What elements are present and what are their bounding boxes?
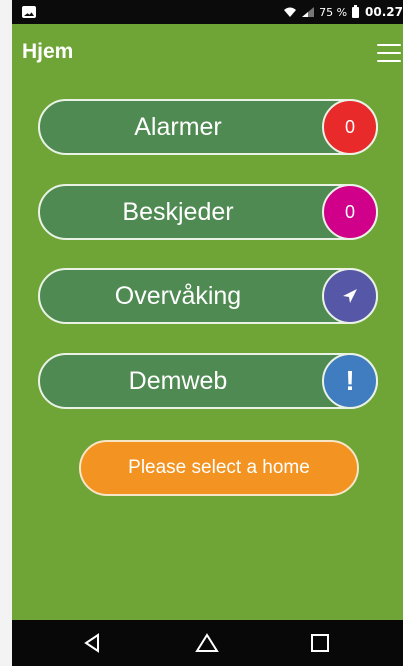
alarmer-count-badge: 0 <box>322 99 378 155</box>
overvaking-button[interactable]: Overvåking <box>38 268 378 324</box>
hamburger-menu-icon[interactable] <box>375 44 403 66</box>
recents-icon[interactable] <box>307 630 333 656</box>
back-icon[interactable] <box>80 630 106 656</box>
beskjeder-label: Beskjeder <box>122 197 234 226</box>
home-icon[interactable] <box>194 630 220 656</box>
notification-icon <box>22 6 36 18</box>
demweb-label: Demweb <box>128 366 228 395</box>
alarmer-button[interactable]: Alarmer 0 <box>38 99 378 155</box>
alarmer-label: Alarmer <box>134 112 222 141</box>
app-screen: 75 % 00.27 Hjem Alarmer 0 Beskjeder 0 Ov… <box>12 0 403 666</box>
beskjeder-button[interactable]: Beskjeder 0 <box>38 184 378 240</box>
navigation-bar <box>12 620 403 666</box>
beskjeder-count-badge: 0 <box>322 184 378 240</box>
app-bar: Hjem <box>12 24 403 72</box>
select-home-button[interactable]: Please select a home <box>79 440 359 496</box>
page-title: Hjem <box>22 40 74 63</box>
demweb-button[interactable]: Demweb ! <box>38 353 378 409</box>
battery-icon <box>352 4 360 18</box>
status-icons: 75 % 00.27 <box>283 4 403 20</box>
signal-icon <box>301 6 315 18</box>
overvaking-label: Overvåking <box>114 281 242 310</box>
wifi-icon <box>283 6 297 18</box>
exclamation-icon: ! <box>322 353 378 409</box>
clock: 00.27 <box>365 5 403 19</box>
status-bar: 75 % 00.27 <box>12 0 403 24</box>
battery-percent: 75 % <box>319 5 348 19</box>
send-arrow-icon <box>322 268 378 324</box>
